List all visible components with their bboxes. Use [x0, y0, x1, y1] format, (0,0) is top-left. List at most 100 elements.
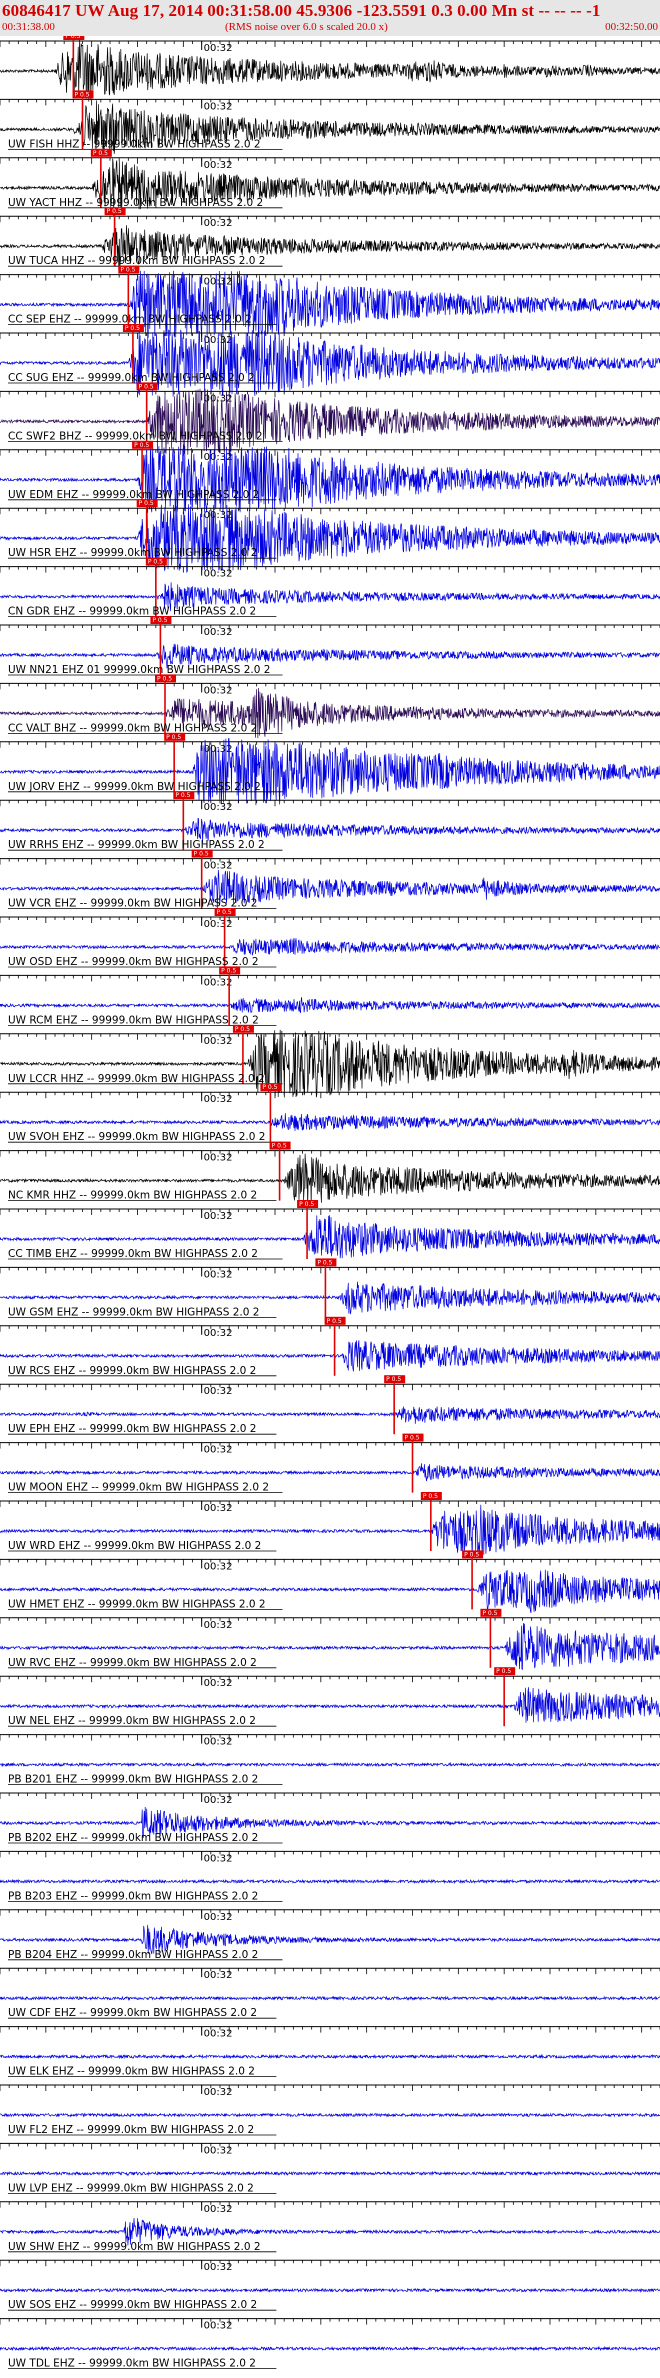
minute-mark-label: 00:32 — [204, 2087, 233, 2098]
trace-label: UW EDM EHZ -- 99999.0km BW HIGHPASS 2.0 … — [8, 489, 259, 501]
minute-mark-label: 00:32 — [204, 452, 233, 463]
trace-label: UW GSM EHZ -- 99999.0km BW HIGHPASS 2.0 … — [8, 1306, 259, 1318]
waveform — [0, 270, 660, 339]
minute-mark-label: 00:32 — [204, 627, 233, 638]
trace-17: 00:32 P 0.5 UW RCM EHZ -- 99999.0km BW HIG… — [0, 966, 660, 1026]
pick-label: P 0.5 — [148, 559, 163, 566]
trace-35: 00:32 UW ELK EHZ -- 99999.0km BW HIGHPASS… — [0, 2026, 660, 2078]
trace-label: UW OSD EHZ -- 99999.0km BW HIGHPASS 2.0 … — [8, 956, 259, 968]
trace-label: UW NEL EHZ -- 99999.0km BW HIGHPASS 2.0 … — [8, 1715, 256, 1727]
waveform — [0, 1406, 660, 1424]
trace-34: 00:32 UW CDF EHZ -- 99999.0km BW HIGHPASS… — [0, 1967, 660, 2019]
minute-mark-label: 00:32 — [204, 1795, 233, 1806]
minute-mark-label: 00:32 — [204, 1445, 233, 1456]
minute-mark-label: 00:32 — [204, 1737, 233, 1748]
trace-36: 00:32 UW FL2 EHZ -- 99999.0km BW HIGHPASS… — [0, 2084, 660, 2136]
trace-11: 00:32 P 0.5 UW NN21 EHZ 01 99999.0km BW HI… — [0, 616, 660, 676]
trace-label: UW YACT HHZ -- 99999.0km BW HIGHPASS 2.0… — [8, 197, 263, 209]
minute-mark-label: 00:32 — [204, 1269, 233, 1280]
minute-mark-label: 00:32 — [204, 1853, 233, 1864]
trace-label: UW VCR EHZ -- 99999.0km BW HIGHPASS 2.0 … — [8, 898, 257, 910]
minute-mark-label: 00:32 — [204, 43, 233, 54]
pick-label: P 0.5 — [134, 442, 149, 449]
trace-1: 00:32 P 0.5 — [0, 36, 660, 102]
pick-label: P 0.5 — [166, 734, 181, 741]
end-time: 00:32:50.00 — [605, 21, 658, 33]
waveform — [0, 1761, 660, 1768]
trace-label: CN GDR EHZ -- 99999.0km BW HIGHPASS 2.0 … — [8, 606, 256, 618]
trace-label: UW RVC EHZ -- 99999.0km BW HIGHPASS 2.0 … — [8, 1657, 257, 1669]
trace-30: 00:32 PB B201 EHZ -- 99999.0km BW HIGHPAS… — [0, 1734, 660, 1786]
trace-label: UW ELK EHZ -- 99999.0km BW HIGHPASS 2.0 … — [8, 2066, 255, 2078]
pick-label: P 0.5 — [157, 675, 172, 682]
minute-mark-label: 00:32 — [204, 1912, 233, 1923]
pick-label: P 0.5 — [152, 617, 167, 624]
trace-2: 00:32P 0.5UW FISH HHZ -- 99999.0km BW HI… — [0, 90, 660, 157]
trace-28: 00:32 P 0.5 UW RVC EHZ -- 99999.0km BW HIG… — [0, 1608, 660, 1670]
minute-mark-label: 00:32 — [204, 1328, 233, 1339]
minute-mark-label: 00:32 — [204, 1620, 233, 1631]
trace-18: 00:32P 0.5UW LCCR HHZ -- 99999.0km BW HI… — [0, 1024, 660, 1098]
minute-mark-label: 00:32 — [204, 2262, 233, 2273]
trace-label: UW CDF EHZ -- 99999.0km BW HIGHPASS 2.0 … — [8, 2007, 257, 2019]
minute-mark-label: 00:32 — [204, 919, 233, 930]
pick-label: P 0.5 — [194, 851, 209, 858]
pick-label: P 0.5 — [217, 909, 232, 916]
trace-5: 00:32P 0.5CC SEP EHZ -- 99999.0km BW HIG… — [0, 265, 660, 339]
trace-9: 00:32P 0.5UW HSR EHZ -- 99999.0km BW HIG… — [0, 499, 660, 574]
pick-label: P 0.5 — [496, 1668, 511, 1675]
trace-27: 00:32 P 0.5 UW HMET EHZ -- 99999.0km BW HI… — [0, 1550, 660, 1614]
minute-mark-label: 00:32 — [204, 1561, 233, 1572]
pick-label: P 0.5 — [386, 1376, 401, 1383]
minute-mark-label: 00:32 — [204, 2204, 233, 2215]
trace-29: 00:32 P 0.5 UW NEL EHZ -- 99999.0km BW HIG… — [0, 1667, 660, 1727]
minute-mark-label: 00:32 — [204, 101, 233, 112]
seismogram-plot: 00:32P 0.500:32P 0.5UW FISH HHZ -- 99999… — [0, 36, 660, 2370]
trace-label: CC SEP EHZ -- 99999.0km BW HIGHPASS 2.0 … — [8, 314, 252, 326]
trace-label: PB B202 EHZ -- 99999.0km BW HIGHPASS 2.0… — [8, 1832, 258, 1844]
trace-23: 00:32 P 0.5 UW RCS EHZ -- 99999.0km BW HIG… — [0, 1316, 660, 1377]
trace-15: 00:32 P 0.5 UW VCR EHZ -- 99999.0km BW HIG… — [0, 849, 660, 910]
event-title: 60846417 UW Aug 17, 2014 00:31:58.00 45.… — [2, 1, 601, 20]
trace-31: 00:32 PB B202 EHZ -- 99999.0km BW HIGHPAS… — [0, 1792, 660, 1844]
waveform — [0, 1113, 660, 1131]
trace-label: UW SVOH EHZ -- 99999.0km BW HIGHPASS 2.0… — [8, 1131, 265, 1143]
trace-26: 00:32 P 0.5 UW WRD EHZ -- 99999.0km BW HIG… — [0, 1492, 660, 1558]
pick-label: P 0.5 — [272, 1143, 287, 1150]
scale-note: (RMS noise over 6.0 s scaled 20.0 x) — [225, 21, 388, 33]
minute-mark-label: 00:32 — [204, 1036, 233, 1047]
pick-label: P 0.5 — [482, 1610, 497, 1617]
pick-label: P 0.5 — [235, 1026, 250, 1033]
trace-label: CC VALT BHZ -- 99999.0km BW HIGHPASS 2.0… — [8, 722, 257, 734]
pick-label: P 0.5 — [327, 1318, 342, 1325]
trace-38: 00:32 UW SHW EHZ -- 99999.0km BW HIGHPASS… — [0, 2201, 660, 2253]
waveform — [0, 738, 660, 806]
minute-mark-label: 00:32 — [204, 1386, 233, 1397]
trace-4: 00:32P 0.5UW TUCA HHZ -- 99999.0km BW HI… — [0, 207, 660, 271]
trace-19: 00:32 P 0.5 UW SVOH EHZ -- 99999.0km BW HI… — [0, 1083, 660, 1143]
pick-label: P 0.5 — [175, 792, 190, 799]
trace-13: 00:32P 0.5UW JORV EHZ -- 99999.0km BW HI… — [0, 732, 660, 806]
trace-label: UW RCM EHZ -- 99999.0km BW HIGHPASS 2.0 … — [8, 1014, 259, 1026]
waveform — [0, 937, 660, 956]
trace-label: UW LVP EHZ -- 99999.0km BW HIGHPASS 2.0 … — [8, 2182, 254, 2194]
waveform — [0, 2053, 660, 2060]
minute-mark-label: 00:32 — [204, 861, 233, 872]
start-time: 00:31:38.00 — [2, 21, 55, 33]
pick-label: P 0.5 — [107, 208, 122, 215]
trace-6: 00:32P 0.5CC SUG EHZ -- 99999.0km BW HIG… — [0, 324, 660, 397]
waveform — [0, 388, 660, 455]
trace-label: CC SUG EHZ -- 99999.0km BW HIGHPASS 2.0 … — [8, 372, 255, 384]
minute-mark-label: 00:32 — [204, 1503, 233, 1514]
minute-mark-label: 00:32 — [204, 685, 233, 696]
minute-mark-label: 00:32 — [204, 218, 233, 229]
waveform — [0, 445, 660, 514]
pick-label: P 0.5 — [125, 325, 140, 332]
trace-40: 00:32 UW TDL EHZ -- 99999.0km BW HIGHPASS… — [0, 2318, 660, 2370]
trace-label: PB B204 EHZ -- 99999.0km BW HIGHPASS 2.0… — [8, 1949, 258, 1961]
waveform — [0, 2170, 660, 2177]
pick-label: P 0.5 — [262, 1084, 277, 1091]
trace-22: 00:32 P 0.5 UW GSM EHZ -- 99999.0km BW HIG… — [0, 1258, 660, 1318]
minute-mark-label: 00:32 — [204, 1678, 233, 1689]
trace-label: UW SHW EHZ -- 99999.0km BW HIGHPASS 2.0 … — [8, 2241, 261, 2253]
